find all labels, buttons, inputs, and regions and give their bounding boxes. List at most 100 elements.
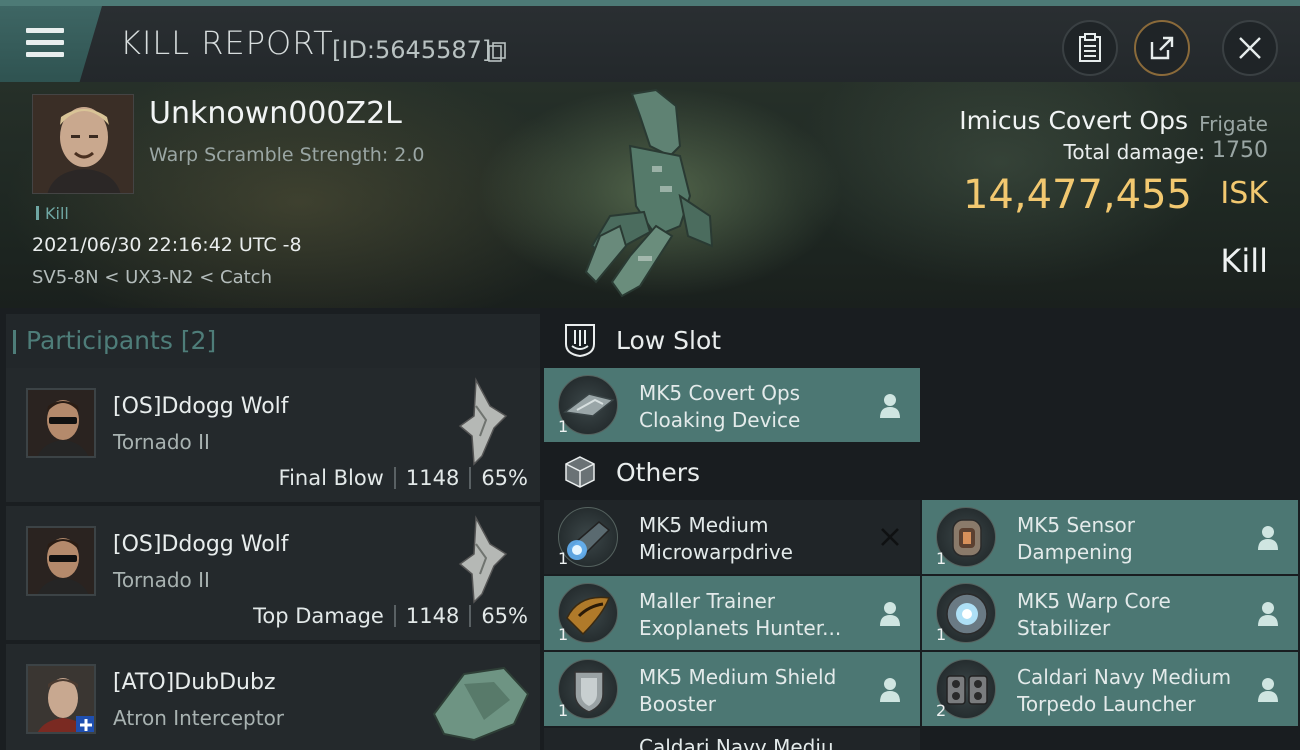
module-item[interactable]: 1 MK5 Medium Shield Booster xyxy=(544,652,920,726)
module-name: MK5 Medium Microwarpdrive xyxy=(639,512,869,566)
menu-button[interactable] xyxy=(0,6,102,82)
kill-type-tag: Kill xyxy=(36,204,69,223)
victim-avatar[interactable] xyxy=(32,94,134,194)
module-name: MK5 Covert Ops Cloaking Device xyxy=(639,380,869,434)
copy-icon[interactable] xyxy=(488,42,506,62)
hamburger-icon xyxy=(26,28,64,58)
dropped-status-icon xyxy=(1258,526,1278,550)
clipboard-button[interactable] xyxy=(1062,20,1118,76)
share-icon xyxy=(1150,36,1174,60)
module-quantity: 1 xyxy=(936,625,947,644)
module-name-line1: MK5 Medium Shield xyxy=(639,665,837,689)
participant-card[interactable]: [ATO]DubDubz Atron Interceptor xyxy=(6,644,540,750)
module-item[interactable]: 1 MK5 Covert Ops Cloaking Device xyxy=(544,368,920,442)
dropped-status-icon xyxy=(1258,678,1278,702)
participants-panel: Participants [2] [OS]Ddogg Wolf Tornado … xyxy=(0,308,540,750)
participant-damage: 1148 xyxy=(405,604,460,628)
share-button[interactable] xyxy=(1134,20,1190,76)
isk-unit: ISK xyxy=(1220,176,1268,211)
participant-damage: 1148 xyxy=(405,466,460,490)
module-item[interactable]: 1 MK5 Sensor Dampening xyxy=(922,500,1298,574)
total-damage-label: Total damage: xyxy=(1063,140,1206,164)
participant-card[interactable]: [OS]Ddogg Wolf Tornado II Top Damage 1148… xyxy=(6,506,540,640)
victim-ship-name[interactable]: Imicus Covert Ops xyxy=(959,106,1188,135)
module-name-line2: Dampening xyxy=(1017,540,1133,564)
close-button[interactable] xyxy=(1222,20,1278,76)
participants-header: Participants [2] xyxy=(6,314,540,368)
participant-ship: Tornado II xyxy=(113,430,210,454)
module-quantity: 2 xyxy=(936,701,947,720)
participant-percent: 65% xyxy=(481,466,528,490)
module-name-line1: MK5 Medium xyxy=(639,513,769,537)
module-quantity: 1 xyxy=(558,417,569,436)
module-name-line2: Cloaking Device xyxy=(639,408,801,432)
participant-ship: Tornado II xyxy=(113,568,210,592)
clipboard-icon xyxy=(1079,33,1101,62)
module-name: Maller Trainer Exoplanets Hunter... xyxy=(639,588,869,642)
victim-name[interactable]: Unknown000Z2L xyxy=(149,96,402,131)
others-title: Others xyxy=(616,458,701,487)
module-name-line1: MK5 Covert Ops xyxy=(639,381,801,405)
kill-datetime: 2021/06/30 22:16:42 UTC -8 xyxy=(32,234,302,256)
victim-summary: Unknown000Z2L Warp Scramble Strength: 2.… xyxy=(0,82,1300,308)
dropped-status-icon xyxy=(880,394,900,418)
victim-ship-image xyxy=(584,88,714,298)
module-name-line1: Caldari Navy Mediu xyxy=(639,735,834,750)
destroyed-status-icon xyxy=(881,528,899,546)
participant-role: Top Damage xyxy=(253,604,384,628)
participant-name[interactable]: [OS]Ddogg Wolf xyxy=(113,394,289,419)
module-name: MK5 Sensor Dampening xyxy=(1017,512,1247,566)
dropped-status-icon xyxy=(880,602,900,626)
participant-ship-image xyxy=(458,377,508,466)
module-name-line1: MK5 Sensor xyxy=(1017,513,1136,537)
module-name-line1: Caldari Navy Medium xyxy=(1017,665,1232,689)
module-item[interactable]: Caldari Navy Mediu xyxy=(544,728,920,750)
module-name-line2: Microwarpdrive xyxy=(639,540,793,564)
participant-ship: Atron Interceptor xyxy=(113,706,285,730)
module-quantity: 1 xyxy=(558,701,569,720)
module-name: Caldari Navy Medium Torpedo Launcher xyxy=(1017,664,1247,718)
participant-ship-image xyxy=(432,666,530,742)
kill-outcome: Kill xyxy=(1220,242,1268,280)
low-slot-icon xyxy=(565,324,595,358)
module-name-line1: MK5 Warp Core xyxy=(1017,589,1171,613)
participant-card[interactable]: [OS]Ddogg Wolf Tornado II Final Blow 1148… xyxy=(6,368,540,502)
module-name: MK5 Warp Core Stabilizer xyxy=(1017,588,1247,642)
fitting-panel: Low Slot 1 MK5 Covert Ops Cloaking Devic… xyxy=(540,308,1300,750)
participant-stats: Top Damage 1148 65% xyxy=(253,604,528,628)
total-damage-value: 1750 xyxy=(1212,138,1268,163)
module-quantity: 1 xyxy=(558,549,569,568)
module-item[interactable]: 1 MK5 Medium Microwarpdrive xyxy=(544,500,920,574)
dropped-status-icon xyxy=(880,678,900,702)
low-slot-header: Low Slot xyxy=(544,310,1300,372)
module-name-line2: Booster xyxy=(639,692,716,716)
module-item[interactable]: 2 Caldari Navy Medium Torpedo Launcher xyxy=(922,652,1298,726)
warp-scramble-strength: Warp Scramble Strength: 2.0 xyxy=(149,144,425,166)
page-title: KILL REPORT xyxy=(120,24,334,62)
module-name: MK5 Medium Shield Booster xyxy=(639,664,869,718)
low-slot-title: Low Slot xyxy=(616,326,722,355)
isk-value: 14,477,455 xyxy=(962,172,1192,218)
module-name-line2: Stabilizer xyxy=(1017,616,1111,640)
module-item[interactable]: 1 MK5 Warp Core Stabilizer xyxy=(922,576,1298,650)
participant-name[interactable]: [OS]Ddogg Wolf xyxy=(113,532,289,557)
participants-title: Participants [2] xyxy=(12,326,217,355)
box-icon xyxy=(565,456,595,488)
header-bar: KILL REPORT [ID:5645587] xyxy=(0,0,1300,82)
participant-avatar xyxy=(26,526,96,596)
participant-avatar xyxy=(26,388,96,458)
dropped-status-icon xyxy=(1258,602,1278,626)
report-id: [ID:5645587] xyxy=(332,36,492,64)
module-name-line1: Maller Trainer xyxy=(639,589,776,613)
participant-stats: Final Blow 1148 65% xyxy=(279,466,528,490)
participant-name[interactable]: [ATO]DubDubz xyxy=(113,670,276,695)
participant-ship-image xyxy=(458,515,508,604)
kill-location[interactable]: SV5-8N < UX3-N2 < Catch xyxy=(32,267,272,288)
module-name-line2: Torpedo Launcher xyxy=(1017,692,1196,716)
participant-role: Final Blow xyxy=(278,466,384,490)
close-icon xyxy=(1239,37,1261,59)
module-name: Caldari Navy Mediu xyxy=(639,734,869,750)
module-name-line2: Exoplanets Hunter... xyxy=(639,616,842,640)
module-quantity: 1 xyxy=(936,549,947,568)
module-item[interactable]: 1 Maller Trainer Exoplanets Hunter... xyxy=(544,576,920,650)
